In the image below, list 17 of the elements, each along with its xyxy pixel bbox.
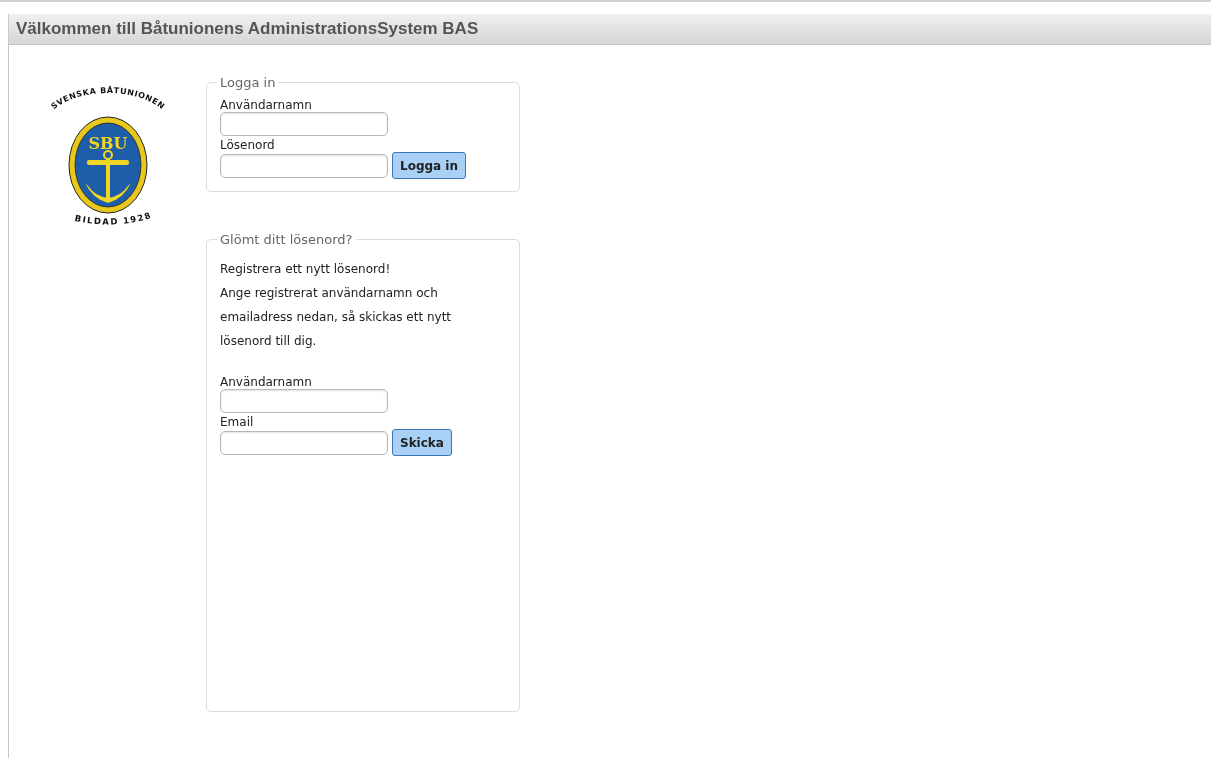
send-button[interactable]: Skicka xyxy=(392,429,452,456)
field-label: Lösenord xyxy=(220,138,276,152)
input-field[interactable] xyxy=(220,430,388,455)
instruction-heading: Registrera ett nytt lösenord! xyxy=(220,261,392,278)
field-label: Användarnamn xyxy=(220,98,313,112)
page-title: Välkommen till Båtunionens AdministrationsSystem BAS xyxy=(16,19,479,39)
field-label: Email xyxy=(220,415,255,429)
field-label: Användarnamn xyxy=(220,375,313,389)
input-field[interactable] xyxy=(220,153,388,178)
panel-legend: Logga in xyxy=(217,75,279,90)
logo-ring-text: BILDAD 1928 xyxy=(73,209,153,227)
logo-initials: SBU xyxy=(88,134,127,153)
input-field[interactable] xyxy=(220,389,388,413)
input-field[interactable] xyxy=(220,112,388,136)
login-button[interactable]: Logga in xyxy=(392,152,466,179)
instruction-text: Ange registrerat användarnamn och emailadress nedan, så skickas ett nytt lösenord till dig. xyxy=(220,285,453,350)
panel-legend: Glömt ditt lösenord? xyxy=(217,232,356,247)
